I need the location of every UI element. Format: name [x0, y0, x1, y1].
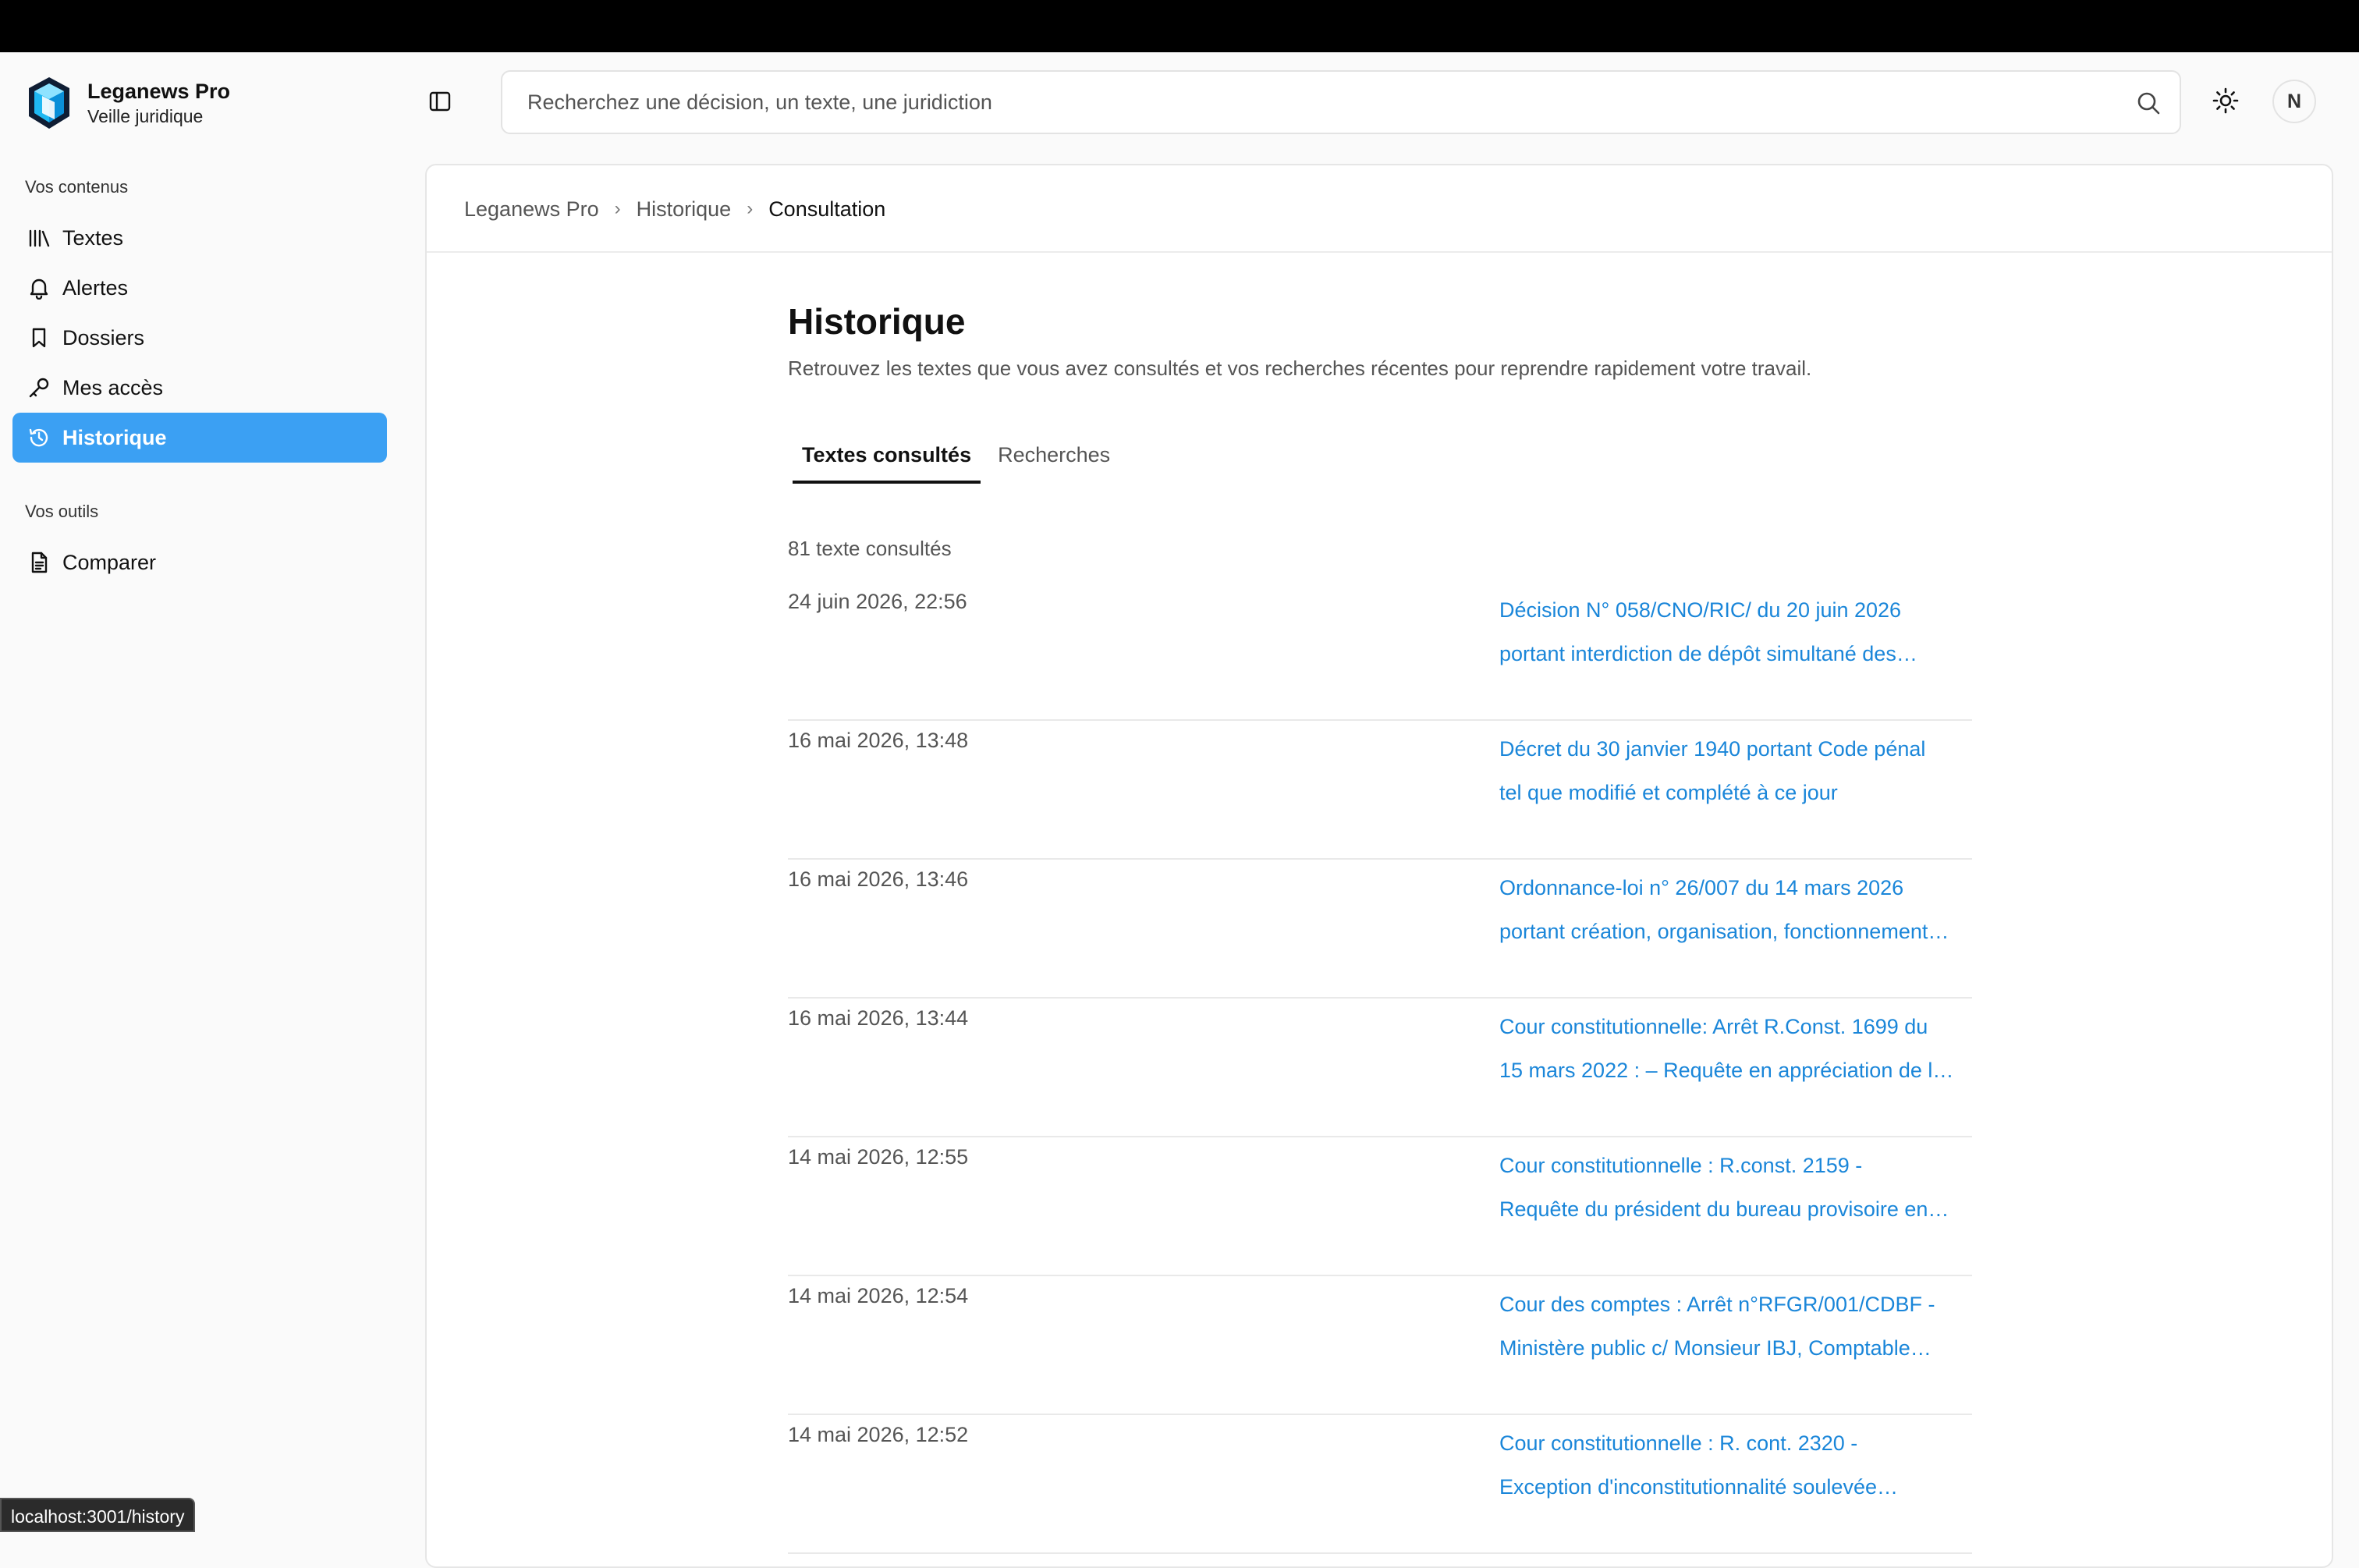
item-title-line: Cour des comptes : Arrêt n°RFGR/001/CDBF… [1499, 1293, 1935, 1316]
sidebar-item-textes[interactable]: Textes [12, 213, 387, 263]
logo-icon [29, 77, 69, 129]
item-link[interactable]: Décret du 30 janvier 1940 portant Code p… [1499, 727, 1972, 814]
item-link[interactable]: Cour constitutionnelle: Arrêt R.Const. 1… [1499, 1005, 1972, 1092]
list-item: 14 mai 2026, 12:52 Cour constitutionnell… [788, 1415, 1972, 1554]
breadcrumb-item-current: Consultation [768, 197, 886, 221]
page-title: Historique [788, 301, 966, 342]
window-top-bar [0, 0, 2359, 52]
sidebar-item-label: Comparer [62, 550, 157, 574]
item-date: 14 mai 2026, 12:54 [788, 1284, 969, 1307]
item-title-line: tel que modifié et complété à ce jour [1499, 781, 1838, 804]
sidebar-toggle-button[interactable] [423, 86, 457, 117]
item-title-line: Requête du président du bureau provisoir… [1499, 1197, 1949, 1221]
list-item: 16 mai 2026, 13:48 Décret du 30 janvier … [788, 721, 1972, 860]
sidebar-item-alertes[interactable]: Alertes [12, 263, 387, 313]
theme-toggle-button[interactable] [2209, 84, 2242, 117]
breadcrumb: Leganews Pro › Historique › Consultation [464, 193, 885, 225]
bell-icon [27, 275, 51, 300]
sun-icon [2212, 87, 2239, 114]
search-bar[interactable] [501, 70, 2181, 134]
history-icon [27, 425, 51, 450]
app-name: Leganews Pro [87, 80, 231, 103]
list-item: 16 mai 2026, 13:44 Cour constitutionnell… [788, 999, 1972, 1137]
list-item: 14 mai 2026, 12:54 Cour des comptes : Ar… [788, 1276, 1972, 1415]
item-date: 14 mai 2026, 12:55 [788, 1145, 969, 1169]
tabs: Textes consultés Recherches [793, 435, 1119, 484]
item-title-line: Cour constitutionnelle : R. cont. 2320 - [1499, 1431, 1858, 1455]
divider [427, 251, 2332, 253]
sidebar-item-label: Mes accès [62, 375, 164, 399]
item-date: 16 mai 2026, 13:44 [788, 1006, 969, 1030]
sidebar-item-label: Alertes [62, 275, 129, 300]
key-icon [27, 375, 51, 400]
section-label-contents: Vos contenus [25, 177, 129, 197]
sidebar-item-mes-acces[interactable]: Mes accès [12, 363, 387, 413]
page-description: Retrouvez les textes que vous avez consu… [788, 357, 1812, 380]
sidebar-item-label: Dossiers [62, 325, 145, 349]
history-list: 24 juin 2026, 22:56 Décision N° 058/CNO/… [788, 582, 1972, 1554]
tab-textes-consultes[interactable]: Textes consultés [793, 435, 981, 484]
history-content: Historique Retrouvez les textes que vous… [788, 298, 1974, 1554]
chevron-right-icon: › [747, 198, 754, 219]
status-bar-url: localhost:3001/history [0, 1498, 196, 1532]
sidebar: Leganews Pro Veille juridique Vos conten… [0, 52, 413, 1532]
item-date: 16 mai 2026, 13:48 [788, 729, 969, 752]
results-count: 81 texte consultés [788, 537, 952, 560]
library-icon [27, 225, 51, 250]
breadcrumb-item-home[interactable]: Leganews Pro [464, 197, 599, 222]
breadcrumb-item-historique[interactable]: Historique [637, 197, 732, 222]
main-panel: Leganews Pro › Historique › Consultation… [425, 164, 2333, 1568]
tab-recherches[interactable]: Recherches [988, 435, 1119, 484]
app-subtitle: Veille juridique [87, 106, 204, 126]
item-title-line: Décision N° 058/CNO/RIC/ du 20 juin 2026 [1499, 598, 1902, 622]
item-title-line: Cour constitutionnelle: Arrêt R.Const. 1… [1499, 1015, 1928, 1038]
item-link[interactable]: Décision N° 058/CNO/RIC/ du 20 juin 2026… [1499, 588, 1972, 676]
item-title-line: Ministère public c/ Monsieur IBJ, Compta… [1499, 1336, 1932, 1360]
brand[interactable]: Leganews Pro Veille juridique [27, 76, 230, 130]
chevron-right-icon: › [614, 198, 621, 219]
sidebar-item-historique[interactable]: Historique [12, 413, 387, 463]
list-item: 14 mai 2026, 12:55 Cour constitutionnell… [788, 1137, 1972, 1276]
item-title-line: portant interdiction de dépôt simultané … [1499, 642, 1917, 665]
sidebar-panel-icon [429, 91, 451, 112]
item-date: 16 mai 2026, 13:46 [788, 867, 969, 891]
sidebar-item-label: Textes [62, 225, 124, 250]
item-title-line: Ordonnance-loi n° 26/007 du 14 mars 2026 [1499, 876, 1904, 899]
item-link[interactable]: Ordonnance-loi n° 26/007 du 14 mars 2026… [1499, 866, 1972, 953]
sidebar-item-comparer[interactable]: Comparer [12, 537, 387, 587]
avatar[interactable]: N [2272, 80, 2316, 123]
item-date: 14 mai 2026, 12:52 [788, 1423, 969, 1446]
item-title-line: Cour constitutionnelle : R.const. 2159 - [1499, 1154, 1863, 1177]
item-title-line: 15 mars 2022 : – Requête en appréciation… [1499, 1059, 1954, 1082]
item-title-line: portant création, organisation, fonction… [1499, 920, 1949, 943]
document-icon [27, 550, 51, 575]
bookmark-icon [27, 325, 51, 350]
list-item: 16 mai 2026, 13:46 Ordonnance-loi n° 26/… [788, 860, 1972, 999]
section-label-tools: Vos outils [25, 502, 99, 521]
item-link[interactable]: Cour constitutionnelle : R. cont. 2320 -… [1499, 1421, 1972, 1509]
list-item: 24 juin 2026, 22:56 Décision N° 058/CNO/… [788, 582, 1972, 721]
item-link[interactable]: Cour des comptes : Arrêt n°RFGR/001/CDBF… [1499, 1282, 1972, 1370]
sidebar-item-label: Historique [62, 425, 167, 449]
search-input[interactable] [527, 90, 2088, 115]
item-title-line: Exception d'inconstitutionnalité soulevé… [1499, 1475, 1898, 1499]
search-icon[interactable] [2134, 89, 2162, 117]
item-link[interactable]: Cour constitutionnelle : R.const. 2159 -… [1499, 1144, 1972, 1231]
item-title-line: Décret du 30 janvier 1940 portant Code p… [1499, 737, 1926, 761]
item-date: 24 juin 2026, 22:56 [788, 590, 967, 613]
sidebar-item-dossiers[interactable]: Dossiers [12, 313, 387, 363]
